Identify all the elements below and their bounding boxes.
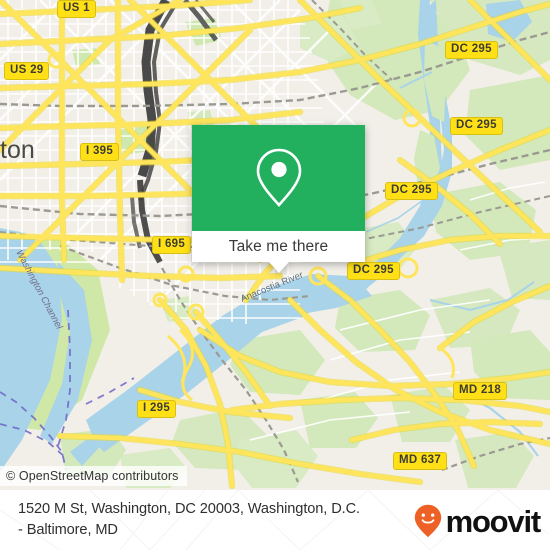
shield-i-395: I 395 <box>80 143 120 161</box>
map-pin-icon <box>256 148 301 207</box>
popup-header <box>192 125 365 231</box>
popup-tail-pointer <box>268 262 289 273</box>
shield-md-218: MD 218 <box>453 382 508 400</box>
take-me-there-label: Take me there <box>228 237 329 255</box>
osm-attribution[interactable]: © OpenStreetMap contributors <box>0 466 187 486</box>
address-line-1: 1520 M St, Washington, DC 20003, Washing… <box>18 501 361 517</box>
shield-dc-295-c: DC 295 <box>385 182 438 200</box>
moovit-wordmark: moovit <box>445 503 542 539</box>
moovit-brand[interactable]: moovit <box>414 503 542 539</box>
shield-us-1: US 1 <box>57 0 96 18</box>
shield-dc-295-b: DC 295 <box>450 117 503 135</box>
shield-md-637: MD 637 <box>393 452 448 470</box>
shield-dc-295-a: DC 295 <box>445 41 498 59</box>
popup-body[interactable]: Take me there <box>192 231 365 262</box>
map-screenshot: ton Washington Channel Anacostia River U… <box>0 0 550 550</box>
address-text: 1520 M St, Washington, DC 20003, Washing… <box>18 499 408 540</box>
shield-us-29: US 29 <box>4 62 50 80</box>
footer-bar: 1520 M St, Washington, DC 20003, Washing… <box>0 490 550 550</box>
shield-dc-295-d: DC 295 <box>347 262 400 280</box>
address-line-2: - Baltimore, MD <box>18 521 118 538</box>
shield-i-295: I 295 <box>137 400 177 418</box>
moovit-smiley-pin-icon <box>414 504 441 538</box>
location-popup-card[interactable]: Take me there <box>192 125 365 273</box>
shield-i-695: I 695 <box>152 236 192 254</box>
